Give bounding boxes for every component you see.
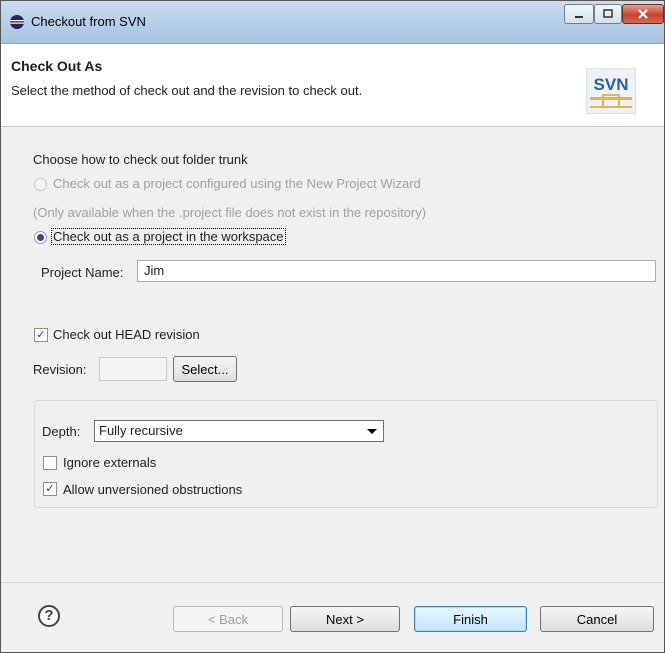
depth-select[interactable]: Fully recursive	[94, 420, 384, 442]
close-button[interactable]	[622, 4, 664, 24]
svn-logo-icon: SVN	[586, 68, 636, 114]
project-name-label: Project Name:	[41, 265, 124, 280]
close-icon	[638, 9, 648, 19]
select-revision-button[interactable]: Select...	[173, 356, 237, 382]
radio-workspace[interactable]	[34, 231, 47, 244]
maximize-icon	[603, 9, 613, 18]
project-name-input[interactable]: Jim	[137, 260, 656, 282]
back-button[interactable]: < Back	[173, 606, 283, 632]
ignore-externals-label: Ignore externals	[63, 455, 157, 470]
radio-wizard[interactable]	[34, 178, 47, 191]
depth-select-value: Fully recursive	[99, 423, 183, 438]
allow-unversioned-checkbox[interactable]: ✓	[43, 482, 57, 496]
depth-label: Depth:	[42, 424, 81, 439]
eclipse-icon	[10, 15, 24, 29]
minimize-button[interactable]	[564, 4, 594, 24]
method-section-label: Choose how to check out folder trunk	[33, 152, 248, 167]
title-bar[interactable]: Checkout from SVN	[1, 1, 664, 44]
wizard-header: Check Out As Select the method of check …	[1, 44, 664, 127]
window-title: Checkout from SVN	[31, 14, 146, 29]
help-icon[interactable]: ?	[38, 605, 60, 627]
next-button[interactable]: Next >	[290, 606, 400, 632]
footer-separator	[1, 582, 664, 583]
radio-workspace-label: Check out as a project in the workspace	[51, 228, 286, 245]
page-description: Select the method of check out and the r…	[11, 83, 363, 98]
cancel-button[interactable]: Cancel	[540, 606, 654, 632]
radio-wizard-label: Check out as a project configured using …	[53, 176, 421, 191]
revision-input[interactable]	[99, 357, 167, 381]
chevron-down-icon	[367, 429, 377, 434]
checkout-dialog: Checkout from SVN Check Out As Select th…	[0, 0, 665, 653]
allow-unversioned-label: Allow unversioned obstructions	[63, 482, 243, 497]
head-revision-label: Check out HEAD revision	[53, 327, 200, 342]
revision-label: Revision:	[33, 362, 87, 377]
finish-button[interactable]: Finish	[414, 606, 527, 632]
ignore-externals-checkbox[interactable]	[43, 456, 57, 470]
page-title: Check Out As	[11, 58, 103, 74]
svn-logo-text: SVN	[594, 75, 629, 94]
minimize-icon	[575, 16, 583, 18]
head-revision-checkbox[interactable]: ✓	[34, 328, 48, 342]
wizard-note: (Only available when the .project file d…	[33, 205, 427, 220]
maximize-button[interactable]	[594, 4, 622, 24]
